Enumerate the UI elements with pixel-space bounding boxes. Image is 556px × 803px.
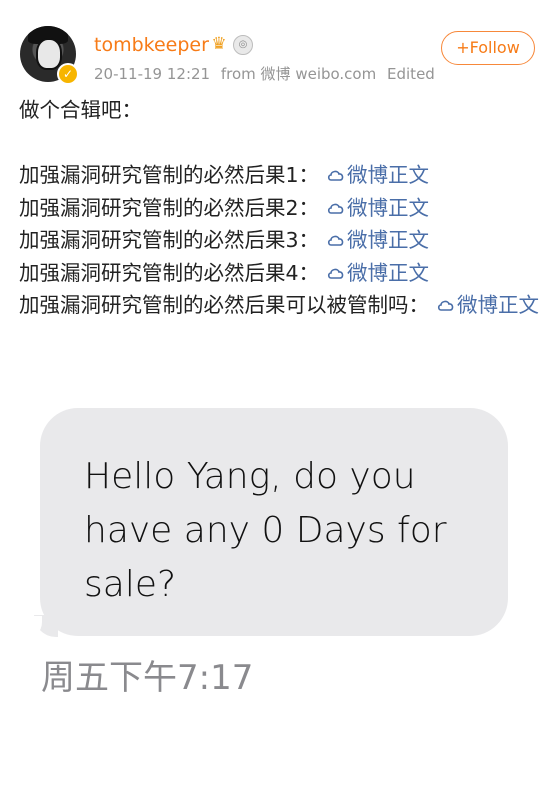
- list-item: 加强漏洞研究管制的必然后果2： 微博正文: [19, 192, 539, 225]
- avatar-face: [36, 38, 62, 70]
- username[interactable]: tombkeeper: [94, 34, 209, 56]
- follow-button[interactable]: +Follow: [441, 31, 535, 65]
- item-text: 加强漏洞研究管制的必然后果可以被管制吗：: [19, 293, 429, 317]
- medal-icon[interactable]: ◎: [233, 35, 253, 55]
- message-bubble: Hello Yang, do you have any 0 Days for s…: [40, 408, 508, 636]
- post-timestamp: 20-11-19 12:21: [94, 65, 211, 83]
- attached-image[interactable]: Hello Yang, do you have any 0 Days for s…: [0, 400, 556, 710]
- weibo-post-link[interactable]: 微博正文: [319, 261, 429, 285]
- post-intro: 做个合辑吧：: [19, 98, 142, 122]
- item-text: 加强漏洞研究管制的必然后果4：: [19, 260, 320, 285]
- link-icon: [437, 300, 454, 311]
- verified-badge-icon: ✓: [57, 63, 79, 85]
- list-item: 加强漏洞研究管制的必然后果3： 微博正文: [19, 224, 539, 257]
- weibo-post-link[interactable]: 微博正文: [319, 196, 429, 220]
- bubble-tail-mask: [20, 616, 42, 640]
- cut-off-footer: [178, 791, 398, 803]
- post-body: 做个合辑吧： 加强漏洞研究管制的必然后果1： 微博正文 加强漏洞研究管制的必然后果…: [19, 94, 539, 322]
- link-icon: [328, 235, 344, 246]
- post-header: ✓ tombkeeper ♛ ◎ 20-11-19 12:21 from 微博 …: [0, 0, 556, 96]
- weibo-post-link[interactable]: 微博正文: [319, 163, 429, 187]
- link-text[interactable]: 微博正文: [457, 293, 539, 317]
- crown-icon[interactable]: ♛: [209, 34, 229, 54]
- message-text: Hello Yang, do you have any 0 Days for s…: [84, 456, 447, 605]
- link-icon: [328, 203, 344, 214]
- list-item: 加强漏洞研究管制的必然后果4： 微博正文: [19, 257, 539, 290]
- link-text[interactable]: 微博正文: [347, 228, 429, 252]
- post-meta: 20-11-19 12:21 from 微博 weibo.com Edited: [94, 63, 441, 84]
- item-text: 加强漏洞研究管制的必然后果3：: [19, 228, 320, 252]
- link-text[interactable]: 微博正文: [347, 163, 429, 187]
- edited-label[interactable]: Edited: [387, 65, 435, 83]
- item-text: 加强漏洞研究管制的必然后果2：: [19, 195, 320, 220]
- item-text: 加强漏洞研究管制的必然后果1：: [19, 163, 320, 187]
- link-icon: [328, 170, 344, 181]
- link-text[interactable]: 微博正文: [347, 261, 429, 285]
- list-item: 加强漏洞研究管制的必然后果可以被管制吗： 微博正文: [19, 289, 539, 322]
- weibo-post-link[interactable]: 微博正文: [319, 228, 429, 252]
- list-item: 加强漏洞研究管制的必然后果1： 微博正文: [19, 159, 539, 192]
- message-time: 周五下午7:17: [41, 658, 254, 698]
- link-text[interactable]: 微博正文: [347, 196, 429, 220]
- weibo-post-link[interactable]: 微博正文: [429, 293, 539, 317]
- post-source: from 微博 weibo.com: [220, 65, 377, 83]
- link-icon: [328, 268, 344, 279]
